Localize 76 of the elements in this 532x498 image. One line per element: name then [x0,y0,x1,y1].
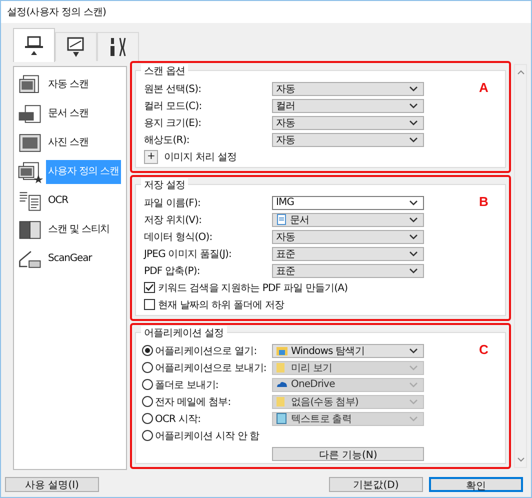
dropdown[interactable]: 표준 [272,246,424,260]
scanner-star-icon [16,160,44,184]
section-marker: B [479,194,489,210]
sidebar-item[interactable]: OCR [14,189,126,213]
field-label: 용지 크기(E): [144,116,202,130]
chevron-down-icon [409,382,418,388]
dropdown[interactable]: 자동 [272,82,424,96]
chevron-down-icon [409,416,418,422]
radio-label: OCR 시작: [155,412,201,426]
scrollbar[interactable] [514,64,527,468]
scroll-up-icon [516,70,524,75]
chevron-down-icon [409,364,418,370]
field-label: 데이터 형식(O): [144,230,214,244]
chevron-down-icon [409,102,418,108]
radio-button[interactable] [142,430,153,441]
chevron-down-icon [409,216,418,222]
sidebar-item[interactable]: 자동 스캔 [14,73,126,97]
computer-icon [23,34,45,56]
dropdown[interactable]: Windows 탐색기 [272,344,424,358]
field-label: 컬러 모드(C): [144,100,203,112]
chevron-down-icon [409,200,418,206]
field-label: 원본 선택(S): [144,82,202,96]
document-icon [276,214,287,225]
field-label: 저장 위치(V): [144,214,203,226]
sidebar-item[interactable]: ScanGear [14,247,126,271]
field-label: JPEG 이미지 품질(J): [144,248,233,260]
group-title: 스캔 옵션 [141,64,188,78]
dropdown[interactable]: 자동 [272,132,424,146]
checkbox[interactable] [144,282,155,293]
tab[interactable] [55,32,97,61]
dropdown[interactable]: 자동 [272,116,424,130]
scroll-down-icon [516,457,524,462]
dropdown[interactable]: 자동 [272,230,424,244]
folder-icon [276,345,288,356]
window-title: 설정(사용자 정의 스캔) [7,6,106,19]
chevron-down-icon [409,234,418,240]
tab[interactable] [97,32,139,61]
more-functions-button[interactable]: 다른 기능(N) [272,446,424,460]
chevron-down-icon [409,250,418,256]
checkbox-label: 키워드 검색을 지원하는 PDF 파일 만들기(A) [158,282,348,294]
field-label: 파일 이름(F): [144,196,202,210]
dropdown[interactable]: 표준 [272,264,424,278]
chevron-down-icon [409,86,418,92]
chevron-down-icon [409,120,418,126]
cloud-icon [276,379,288,390]
expander-label: 이미지 처리 설정 [164,150,237,164]
tab[interactable] [13,28,55,62]
radio-label: 전자 메일에 첨부: [155,396,231,408]
radio-label: 어플리케이션 시작 안 함 [155,430,260,442]
sidebar-item[interactable]: 사진 스캔 [14,131,126,155]
dropdown[interactable]: IMG [272,196,424,210]
chevron-down-icon [409,268,418,274]
section-marker: C [479,342,489,358]
defaults-button[interactable]: 기본값(D) [329,476,423,492]
dropdown[interactable]: 컬러 [272,98,424,112]
field-label: 해상도(R): [144,134,190,146]
text-document-icon [276,413,288,424]
field-label: PDF 압축(P): [144,264,201,278]
expand-button[interactable]: + [144,150,158,164]
chevron-down-icon [409,136,418,142]
radio-label: 어플리케이션으로 보내기: [155,362,266,374]
sidebar-item[interactable]: 스캔 및 스티치 [14,218,126,242]
sidebar-item[interactable]: 문서 스캔 [14,102,126,126]
chevron-down-icon [409,398,418,404]
radio-label: 폴더로 보내기: [155,378,218,392]
radio-label: 어플리케이션으로 열기: [155,344,257,358]
checkbox-label: 현재 날짜의 하위 폴더에 저장 [158,298,284,312]
chevron-down-icon [409,348,418,354]
radio-button[interactable] [142,345,153,356]
group-title: 어플리케이션 설정 [141,326,227,340]
group-title: 저장 설정 [141,178,188,192]
checkbox[interactable] [144,299,155,310]
ok-button[interactable]: 확인 [429,476,523,492]
dropdown[interactable]: 문서 [272,212,424,226]
help-button[interactable]: 사용 설명(I) [5,476,99,492]
section-marker: A [479,80,489,96]
